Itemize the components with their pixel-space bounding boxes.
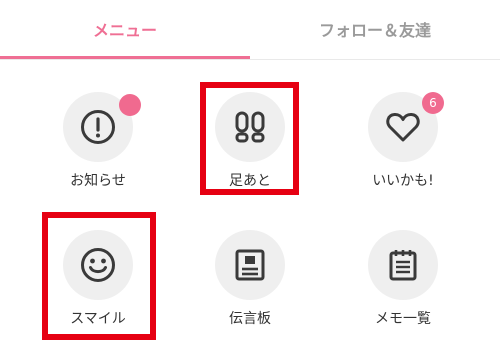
notification-dot <box>119 94 141 116</box>
bulletin-board-icon <box>215 230 285 300</box>
menu-item-likes[interactable]: 6 いいかも! <box>333 86 473 216</box>
menu-item-memo[interactable]: メモ一覧 <box>333 224 473 354</box>
menu-item-notifications[interactable]: お知らせ <box>28 86 168 216</box>
menu-item-smile[interactable]: スマイル <box>28 224 168 354</box>
likes-count-badge: 6 <box>422 92 444 114</box>
menu-item-label: いいかも! <box>372 173 434 189</box>
tab-menu[interactable]: メニュー <box>0 0 250 58</box>
menu-item-label: メモ一覧 <box>375 311 431 327</box>
footprints-icon <box>215 92 285 162</box>
menu-item-label: 伝言板 <box>229 311 271 327</box>
menu-item-label: スマイル <box>70 311 126 327</box>
menu-item-message-board[interactable]: 伝言板 <box>180 224 320 354</box>
menu-item-label: 足あと <box>229 173 271 189</box>
tab-bar: メニュー フォロー＆友達 <box>0 0 500 60</box>
menu-item-footprints[interactable]: 足あと <box>180 86 320 216</box>
menu-item-label: お知らせ <box>70 173 126 189</box>
notepad-icon <box>368 230 438 300</box>
tab-follow-friends[interactable]: フォロー＆友達 <box>250 0 500 58</box>
tab-divider <box>0 59 500 60</box>
smiley-icon <box>63 230 133 300</box>
